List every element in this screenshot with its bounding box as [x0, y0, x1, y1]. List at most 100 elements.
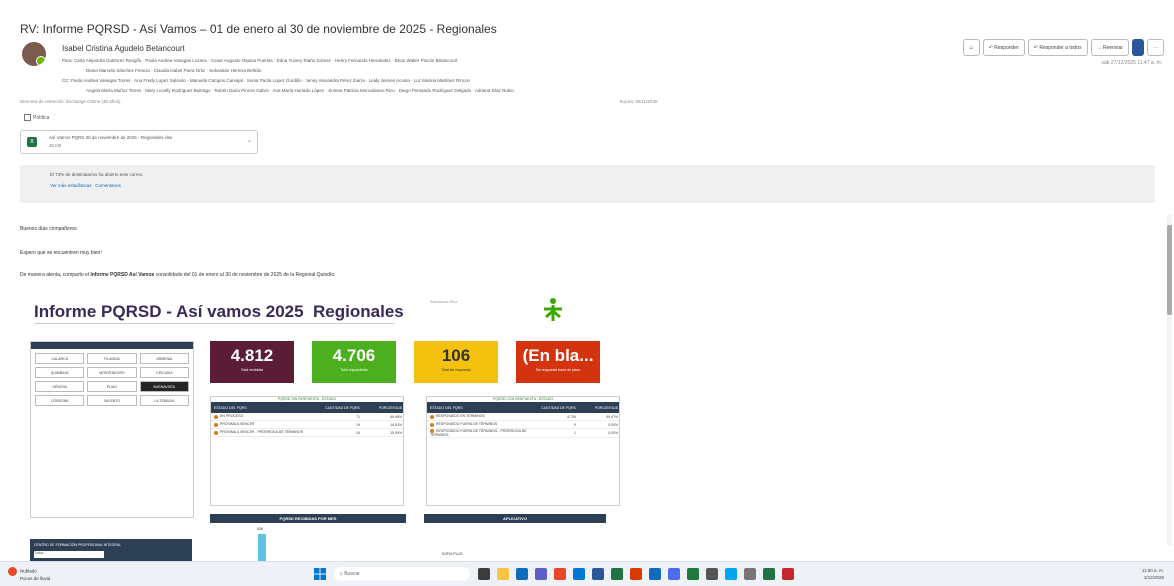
filter-grid: CALARCÁ FILANDIA ARMENIA QUIMBAYA MONTENEGRO… [31, 349, 193, 410]
cc-line-1: CC: Paola Andrea Vanegas Torres · Ana Fr… [62, 78, 471, 83]
scrollbar[interactable] [1167, 215, 1172, 545]
app-icon-11[interactable] [687, 568, 699, 580]
app-icon-10[interactable] [668, 568, 680, 580]
scrollbar-thumb[interactable] [1167, 225, 1172, 315]
center-filter-select[interactable]: Todos [34, 551, 104, 558]
taskbar-search[interactable]: ⌕ Buscar [334, 567, 470, 581]
excel-app-icon[interactable] [611, 568, 623, 580]
chevron-down-icon[interactable]: ⌄ [247, 137, 252, 144]
filter-button[interactable]: ARMENIA [139, 353, 189, 364]
filter-hint: Seleccionar filtros [430, 300, 458, 304]
sender-avatar[interactable] [22, 42, 46, 66]
reply-all-button[interactable]: ↶ Responder a todos [1027, 39, 1088, 56]
weather-widget[interactable]: Nublado Pocos de lluvia [8, 567, 50, 581]
app-icon-13[interactable] [725, 568, 737, 580]
center-filter-title: CENTRO DE FORMACIÓN PROFESIONAL INTEGRAL [34, 543, 122, 547]
status-bullet-icon [214, 414, 218, 419]
filter-button[interactable]: FILANDIA [87, 353, 137, 364]
forward-button[interactable]: → Reenviar [1090, 39, 1129, 56]
report-name: Informe PQRSD Así Vamos [90, 272, 155, 278]
report-title-b: Regionales [313, 302, 404, 321]
file-explorer-icon[interactable] [497, 568, 509, 580]
chart-value-label: 526 [257, 527, 263, 531]
outlook-icon[interactable] [573, 568, 585, 580]
filter-button[interactable]: CÓRDOBA [35, 395, 85, 406]
table-row: PRÓXIMA A VENCER - PRÓRROGA DE TÉRMINOS 1… [211, 429, 403, 437]
presence-icon [36, 56, 46, 66]
app-icon-9[interactable] [649, 568, 661, 580]
table-row: RESPONDIDO FUERA DE TÉRMINOS - PRÓRROGA … [427, 429, 619, 439]
attachment-size: 35 KB [49, 143, 62, 148]
office-icon[interactable] [554, 568, 566, 580]
status-bullet-icon [430, 414, 434, 419]
app-icon-15[interactable] [763, 568, 775, 580]
table-row: PRÓXIMA A VENCER 19 16,51% [211, 421, 403, 429]
table-row: RESPONDIDO EN TÉRMINOS 4.706 99,47% [427, 413, 619, 421]
filter-button[interactable]: GÉNOVA [35, 381, 85, 392]
retention-policy: Directiva de retención: Exchange Online … [20, 99, 121, 104]
emoji-button[interactable]: ☺ [962, 39, 980, 56]
kpi-received: 4.812 Total recibidas [210, 341, 294, 383]
policy-checkbox[interactable]: Política [24, 114, 49, 121]
filter-button[interactable]: PIJAO [87, 381, 137, 392]
chart-bar [258, 534, 266, 564]
cc-line-2: Angela María Muñoz Torres · Mary Lucelly… [86, 88, 514, 93]
wish-text: Espero que se encuentren muy bien! [20, 250, 102, 256]
attachment-card[interactable]: x Así Vamos PQRS 30 de noviembre de 2025… [20, 130, 258, 154]
status-bullet-icon [214, 430, 218, 435]
report-image: Informe PQRSD - Así vamos 2025 Regionale… [20, 293, 620, 567]
system-clock[interactable]: 11:50 a. m. 3/12/2025 [1142, 567, 1164, 581]
app-chart: APLICATIVO SOFIA PLUS [424, 514, 606, 564]
app-label: SOFIA PLUS [442, 552, 463, 556]
windows-start-icon[interactable] [314, 568, 326, 580]
sena-logo-icon [544, 298, 562, 321]
intro-text: De manera atenta, comparto el Informe PQ… [20, 272, 336, 278]
email-subject: RV: Informe PQRSD - Así Vamos – 01 de en… [20, 22, 497, 36]
checkbox-label: Política [33, 114, 50, 121]
task-view-icon[interactable] [478, 568, 490, 580]
monthly-chart: PQRSD RECIBIDAS POR MES 526 [210, 514, 406, 564]
reply-button[interactable]: ↶ Responder [982, 39, 1025, 56]
read-receipt-bar: El 73% de destinatarios ha abierto este … [20, 165, 1155, 203]
filter-button[interactable]: CALARCÁ [35, 353, 85, 364]
title-underline [34, 323, 394, 324]
filter-button[interactable]: SALENTO [87, 395, 137, 406]
greeting-text: Buenos días compañeros. [20, 226, 79, 232]
to-line-1: Para: Carla Alejandra Gutiérrez Rengifo … [62, 58, 458, 63]
teams-app-icon[interactable] [535, 568, 547, 580]
kpi-overdue: (En bla... Sin respuesta fuera de plazo [516, 341, 600, 383]
app-icon-12[interactable] [706, 568, 718, 580]
filter-button[interactable]: CIRCASIA [139, 367, 189, 378]
stats-link[interactable]: Ver más estadísticas [50, 183, 92, 188]
to-line-2: Diana Marcela Sánchez Frescia · Claudia … [86, 68, 262, 73]
word-icon[interactable] [592, 568, 604, 580]
comments-link[interactable]: Comentarios [95, 183, 121, 188]
filters-panel: CALARCÁ FILANDIA ARMENIA QUIMBAYA MONTENEGRO… [30, 341, 194, 518]
status-bullet-icon [214, 422, 218, 427]
table-row: RESPONDIDO FUERA DE TÉRMINOS 9 0,00% [427, 421, 619, 429]
attachment-name: Así Vamos PQRS 30 de noviembre de 2025 -… [49, 135, 173, 140]
table-row: EN PROCESO 71 66,98% [211, 413, 403, 421]
excel-icon: x [27, 137, 37, 147]
filter-button[interactable]: QUIMBAYA [35, 367, 85, 378]
message-toolbar: ☺ ↶ Responder ↶ Responder a todos → Reen… [962, 39, 1164, 56]
kpi-unanswered: 106 Total sin respuesta [414, 341, 498, 383]
edge-icon[interactable] [516, 568, 528, 580]
status-bullet-icon [430, 422, 434, 427]
taskbar: Nublado Pocos de lluvia ⌕ Buscar 11:50 a.… [0, 561, 1174, 586]
sender-name[interactable]: Isabel Cristina Agudelo Betancourt [62, 44, 185, 53]
app-icon-16[interactable] [782, 568, 794, 580]
email-date: sáb 27/12/2025 11:47 a. m. [1101, 60, 1162, 66]
teams-icon[interactable] [1132, 39, 1144, 56]
kpi-answered: 4.706 Total respondidas [312, 341, 396, 383]
checkbox-icon [24, 114, 31, 121]
info-links: Ver más estadísticas Comentarios [50, 183, 121, 188]
report-title: Informe PQRSD - Así vamos 2025 Regionale… [34, 302, 404, 321]
powerpoint-icon[interactable] [630, 568, 642, 580]
filter-button[interactable]: LA TEBAIDA [139, 395, 189, 406]
app-icon-14[interactable] [744, 568, 756, 580]
filter-button[interactable]: BUENAVISTA [139, 381, 189, 392]
table-with-response: PQRSD CON RESPUESTA - ESTADO ESTADO DEL … [426, 396, 620, 506]
filter-button[interactable]: MONTENEGRO [87, 367, 137, 378]
more-button[interactable]: ⋯ [1147, 39, 1164, 56]
